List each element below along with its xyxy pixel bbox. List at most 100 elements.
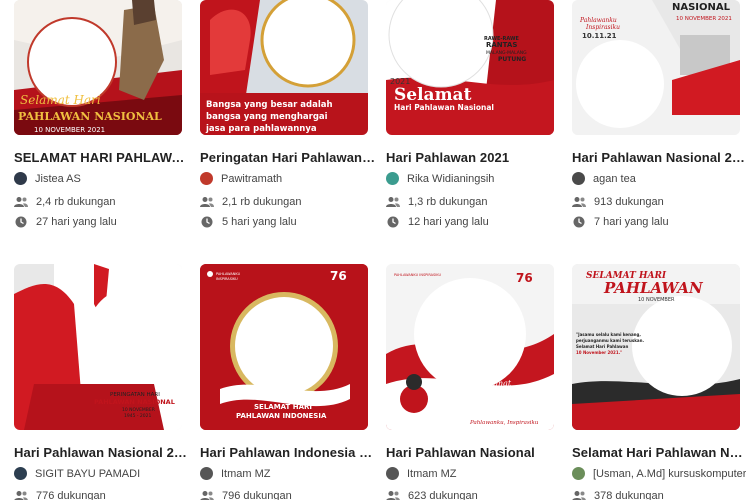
campaign-thumbnail[interactable]: 2021 Selamat Hari Pahlawan Nasional RAWE…: [386, 0, 554, 135]
author-name[interactable]: Itmam MZ: [221, 468, 271, 480]
campaign-author[interactable]: [Usman, A.Md] kursuskomputer: [572, 467, 748, 480]
campaign-title[interactable]: Selamat Hari Pahlawan Nasional 2021: [572, 445, 748, 460]
twibbon-frame-image: PAHLAWANKU INSPIRASIKU 76 SELAMAT HARI P…: [200, 264, 368, 430]
campaign-time: 12 hari yang lalu: [386, 215, 562, 229]
users-icon: [14, 195, 28, 209]
svg-text:Selamat Hari Pahlawan: Selamat Hari Pahlawan: [576, 344, 628, 349]
campaign-thumbnail[interactable]: PAHLAWANKU INSPIRASIKU 76 Selamat Memper…: [386, 264, 554, 430]
avatar: [572, 467, 585, 480]
users-icon: [572, 195, 586, 209]
campaign-title[interactable]: SELAMAT HARI PAHLAWAN NASIONAL: [14, 150, 190, 165]
campaign-time: 27 hari yang lalu: [14, 215, 190, 229]
users-icon: [200, 195, 214, 209]
clock-icon: [386, 215, 400, 229]
avatar: [14, 172, 27, 185]
svg-text:76: 76: [330, 269, 347, 283]
campaign-title[interactable]: Hari Pahlawan Indonesia 2021: [200, 445, 376, 460]
svg-text:"Jasamu selalu kami kenang,: "Jasamu selalu kami kenang,: [576, 332, 641, 337]
twibbon-frame-image: 2021 Selamat Hari Pahlawan Nasional RAWE…: [386, 0, 554, 135]
author-name[interactable]: Itmam MZ: [407, 468, 457, 480]
campaign-title[interactable]: Hari Pahlawan 2021: [386, 150, 562, 165]
svg-text:SELAMAT HARI: SELAMAT HARI: [254, 403, 312, 411]
campaign-thumbnail[interactable]: NASIONAL 10 NOVEMBER 2021 Pahlawanku Ins…: [572, 0, 740, 135]
posted-time: 5 hari yang lalu: [222, 216, 297, 228]
svg-text:Pahlawanku, Inspirasiku: Pahlawanku, Inspirasiku: [469, 420, 539, 426]
svg-text:76: 76: [516, 271, 533, 285]
campaign-author[interactable]: SIGIT BAYU PAMADI: [14, 467, 190, 480]
campaign-title[interactable]: Hari Pahlawan Nasional 2021: [14, 445, 190, 460]
svg-text:Hari Pahlawan: Hari Pahlawan: [464, 397, 547, 408]
svg-text:Pahlawanku: Pahlawanku: [579, 17, 617, 24]
avatar: [200, 467, 213, 480]
twibbon-frame-image: PAHLAWANKU INSPIRASIKU 76 Selamat Memper…: [386, 264, 554, 430]
svg-text:Selamat: Selamat: [478, 379, 512, 388]
svg-text:Selamat: Selamat: [394, 85, 472, 105]
svg-text:RANTAS: RANTAS: [486, 41, 517, 49]
author-name[interactable]: [Usman, A.Md] kursuskomputer: [593, 468, 746, 480]
twibbon-frame-image: PERINGATAN HARI PAHLAWAN NASIONAL 10 NOV…: [14, 264, 182, 430]
twibbon-frame-image: NASIONAL 10 NOVEMBER 2021 Pahlawanku Ins…: [572, 0, 740, 135]
users-icon: [386, 195, 400, 209]
svg-text:perjuanganmu kami teruskan.: perjuanganmu kami teruskan.: [576, 338, 644, 343]
avatar: [572, 172, 585, 185]
author-name[interactable]: agan tea: [593, 173, 636, 185]
clock-icon: [572, 215, 586, 229]
twibbon-frame-image: SELAMAT HARI PAHLAWAN 10 NOVEMBER "Jasam…: [572, 264, 740, 430]
campaign-thumbnail[interactable]: Selamat Hari PAHLAWAN NASIONAL 10 NOVEMB…: [14, 0, 182, 135]
svg-text:NASIONAL: NASIONAL: [672, 2, 731, 13]
campaign-author[interactable]: Itmam MZ: [200, 467, 376, 480]
svg-text:10 NOVEMBER 2021: 10 NOVEMBER 2021: [676, 16, 732, 22]
campaign-author[interactable]: Itmam MZ: [386, 467, 562, 480]
campaign-title[interactable]: Hari Pahlawan Nasional 2021: [572, 150, 748, 165]
supporters-count: 378 dukungan: [594, 490, 664, 500]
svg-text:INSPIRASIKU: INSPIRASIKU: [216, 277, 238, 281]
svg-text:PAHLAWAN NASIONAL: PAHLAWAN NASIONAL: [18, 110, 162, 123]
campaign-thumbnail[interactable]: PAHLAWANKU INSPIRASIKU 76 SELAMAT HARI P…: [200, 264, 368, 430]
campaign-supporters: 2,4 rb dukungan: [14, 195, 190, 209]
clock-icon: [200, 215, 214, 229]
clock-icon: [14, 215, 28, 229]
svg-text:Inspirasiku: Inspirasiku: [585, 24, 620, 31]
campaign-thumbnail[interactable]: PERINGATAN HARI PAHLAWAN NASIONAL 10 NOV…: [14, 264, 182, 430]
svg-text:PAHLAWAN: PAHLAWAN: [603, 279, 704, 297]
campaign-supporters: 378 dukungan: [572, 489, 748, 500]
supporters-count: 776 dukungan: [36, 490, 106, 500]
users-icon: [386, 489, 400, 500]
svg-text:Selamat Hari: Selamat Hari: [20, 93, 101, 107]
campaign-time: 7 hari yang lalu: [572, 215, 748, 229]
author-name[interactable]: Jistea AS: [35, 173, 81, 185]
svg-text:10 November 2021: 10 November 2021: [466, 408, 524, 415]
campaign-author[interactable]: Jistea AS: [14, 172, 190, 185]
posted-time: 12 hari yang lalu: [408, 216, 489, 228]
svg-text:PAHLAWAN NASIONAL: PAHLAWAN NASIONAL: [94, 398, 175, 406]
campaign-supporters: 2,1 rb dukungan: [200, 195, 376, 209]
campaign-thumbnail[interactable]: SELAMAT HARI PAHLAWAN 10 NOVEMBER "Jasam…: [572, 264, 740, 430]
author-name[interactable]: SIGIT BAYU PAMADI: [35, 468, 140, 480]
campaign-title[interactable]: Hari Pahlawan Nasional: [386, 445, 562, 460]
users-icon: [14, 489, 28, 500]
avatar: [386, 467, 399, 480]
campaign-author[interactable]: Rika Widianingsih: [386, 172, 562, 185]
svg-text:PAHLAWANKU INSPIRASIKU: PAHLAWANKU INSPIRASIKU: [394, 273, 441, 277]
twibbon-frame-image: Selamat Hari PAHLAWAN NASIONAL 10 NOVEMB…: [14, 0, 182, 135]
campaign-supporters: 776 dukungan: [14, 489, 190, 500]
posted-time: 7 hari yang lalu: [594, 216, 669, 228]
supporters-count: 2,1 rb dukungan: [222, 196, 302, 208]
svg-text:jasa para pahlawannya: jasa para pahlawannya: [205, 124, 317, 134]
avatar: [200, 172, 213, 185]
svg-text:bangsa yang menghargai: bangsa yang menghargai: [206, 112, 328, 122]
svg-text:Memperingati: Memperingati: [469, 389, 513, 396]
avatar: [14, 467, 27, 480]
campaign-thumbnail[interactable]: Bangsa yang besar adalah bangsa yang men…: [200, 0, 368, 135]
svg-text:10 November 2021.": 10 November 2021.": [576, 350, 622, 355]
svg-text:PAHLAWANKU: PAHLAWANKU: [216, 272, 241, 276]
author-name[interactable]: Rika Widianingsih: [407, 173, 494, 185]
campaign-author[interactable]: Pawitramath: [200, 172, 376, 185]
posted-time: 27 hari yang lalu: [36, 216, 117, 228]
svg-text:10 NOVEMBER: 10 NOVEMBER: [638, 297, 675, 303]
campaign-title[interactable]: Peringatan Hari Pahlawan 2021: [200, 150, 376, 165]
campaign-supporters: 623 dukungan: [386, 489, 562, 500]
campaign-author[interactable]: agan tea: [572, 172, 748, 185]
svg-text:10 NOVEMBER 2021: 10 NOVEMBER 2021: [34, 126, 105, 134]
author-name[interactable]: Pawitramath: [221, 173, 282, 185]
